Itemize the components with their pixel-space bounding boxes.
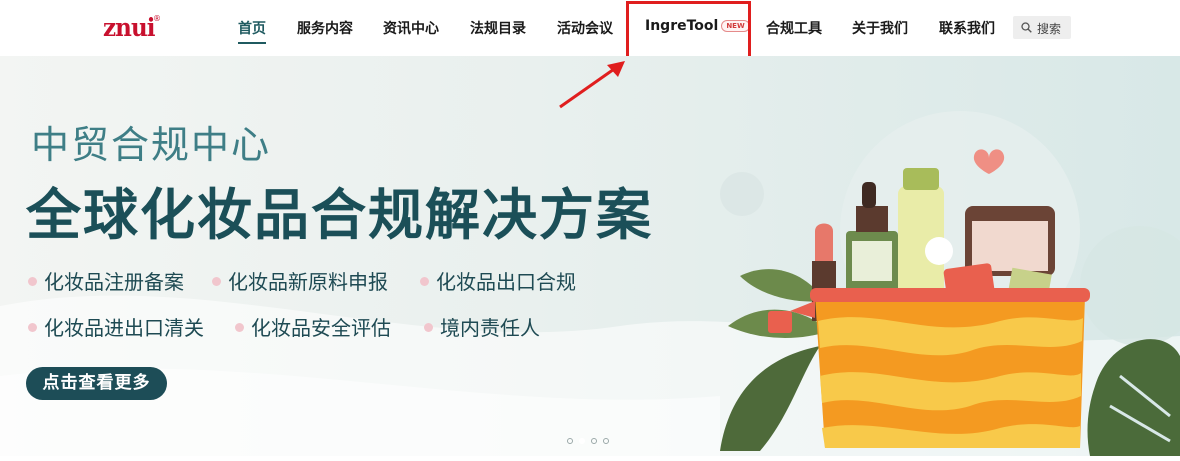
top-navigation-bar: znui ® 首页 服务内容 资讯中心 法规目录 活动会议 IngreTool N… [0,0,1180,56]
page-bottom-edge [0,456,1180,461]
view-more-button[interactable]: 点击查看更多 [26,367,167,400]
search-button[interactable]: 搜索 [1013,16,1071,39]
bullet-dot-icon [28,323,37,332]
hero-banner[interactable]: 中贸合规中心 全球化妆品合规解决方案 化妆品注册备案 化妆品新原料申报 化妆品出… [0,56,1180,456]
service-item[interactable]: 化妆品进出口清关 [28,312,204,341]
bullet-dot-icon [235,323,244,332]
service-item[interactable]: 化妆品注册备案 [28,266,184,295]
carousel-dot[interactable] [603,438,609,444]
bullet-dot-icon [420,277,429,286]
logo-wordmark: znui [103,13,155,42]
bullet-dot-icon [212,277,221,286]
bullet-dot-icon [424,323,433,332]
nav-item-regulations[interactable]: 法规目录 [470,18,526,38]
service-item[interactable]: 化妆品安全评估 [235,312,391,341]
search-icon [1021,22,1032,33]
background-circle-right [1080,226,1180,346]
brand-logo[interactable]: znui ® [103,13,161,45]
service-item[interactable]: 化妆品新原料申报 [212,266,388,295]
nav-item-events[interactable]: 活动会议 [557,18,613,38]
annotation-arrow-icon [559,61,625,109]
bullet-dot-icon [28,277,37,286]
carousel-pagination [567,438,612,446]
service-item[interactable]: 化妆品出口合规 [420,266,576,295]
nav-item-compliance-tools[interactable]: 合规工具 [766,18,822,38]
carousel-dot[interactable] [591,438,597,444]
nav-item-home[interactable]: 首页 [238,18,266,38]
search-label: 搜索 [1037,22,1062,36]
annotation-highlight-box [626,1,751,63]
service-item[interactable]: 境内责任人 [424,312,540,341]
nav-item-services[interactable]: 服务内容 [297,18,353,38]
nav-active-underline [238,42,266,44]
carousel-dot-active[interactable] [579,438,585,444]
registered-mark: ® [153,14,161,23]
carousel-dot[interactable] [567,438,573,444]
background-circle-small [720,172,764,216]
nav-item-news[interactable]: 资讯中心 [383,18,439,38]
nav-item-contact[interactable]: 联系我们 [939,18,995,38]
banner-subtitle: 中贸合规中心 [31,123,272,167]
banner-title: 全球化妆品合规解决方案 [26,183,654,247]
nav-item-about[interactable]: 关于我们 [852,18,908,38]
